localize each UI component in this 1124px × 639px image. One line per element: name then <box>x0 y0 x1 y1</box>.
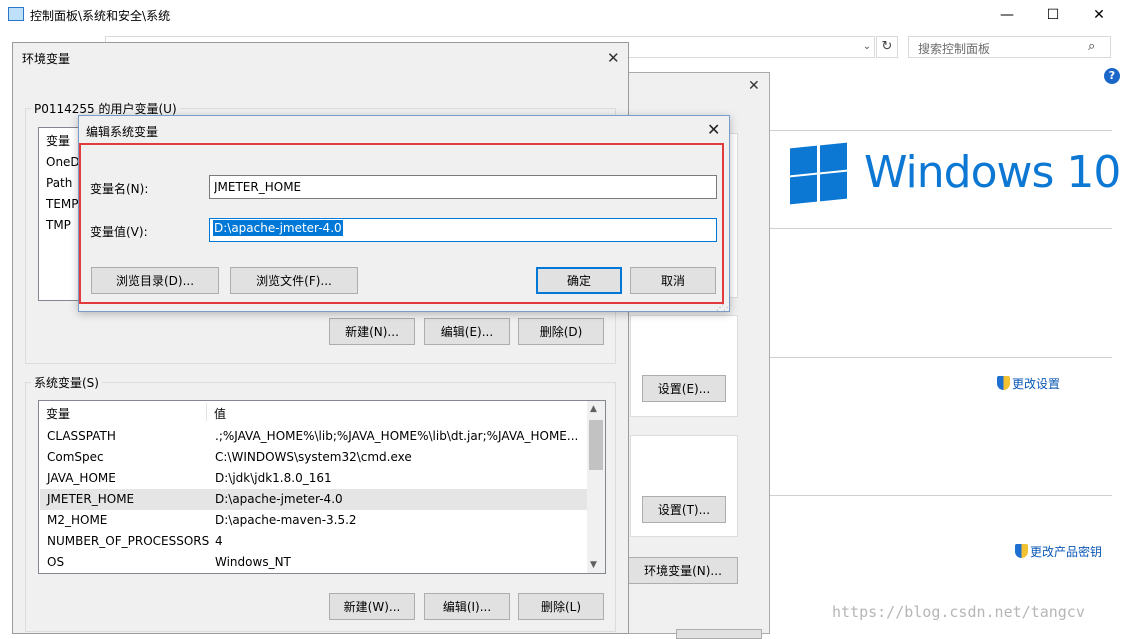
dialog-title: 环境变量 <box>22 52 71 66</box>
column-header-name[interactable]: 变量 <box>46 405 70 422</box>
variable-value-input[interactable]: D:\apache-jmeter-4.0 <box>209 218 717 242</box>
refresh-icon[interactable]: ↻ <box>876 36 898 58</box>
control-panel-icon <box>8 7 24 21</box>
system-new-button[interactable]: 新建(W)... <box>329 593 415 620</box>
windows-10-wordmark: Windows 10 <box>864 147 1121 198</box>
close-icon[interactable]: ✕ <box>748 78 760 94</box>
scroll-down-icon[interactable]: ▼ <box>590 560 597 570</box>
variable-name-label: 变量名(N): <box>90 182 149 196</box>
minimize-button[interactable]: — <box>984 0 1030 31</box>
table-row[interactable]: JAVA_HOME D:\jdk\jdk1.8.0_161 <box>40 468 588 489</box>
browse-directory-button[interactable]: 浏览目录(D)... <box>91 267 219 294</box>
ok-button[interactable]: 确定 <box>536 267 622 294</box>
table-row[interactable]: M2_HOME D:\apache-maven-3.5.2 <box>40 510 588 531</box>
divider <box>770 130 1112 131</box>
window-title: 控制面板\系统和安全\系统 <box>30 9 171 23</box>
user-edit-button[interactable]: 编辑(E)... <box>424 318 510 345</box>
table-row[interactable]: NUMBER_OF_PROCESSORS 4 <box>40 531 588 552</box>
column-divider[interactable] <box>206 403 207 421</box>
resize-grip-icon[interactable]: ⋰⋰ <box>716 303 731 312</box>
uac-shield-icon <box>1015 544 1028 558</box>
user-new-button[interactable]: 新建(N)... <box>329 318 415 345</box>
startup-settings-button[interactable]: 设置(T)... <box>642 496 726 523</box>
close-icon[interactable]: ✕ <box>607 49 620 67</box>
divider <box>770 495 1112 496</box>
performance-settings-button[interactable]: 设置(E)... <box>642 375 726 402</box>
environment-variables-button[interactable]: 环境变量(N)... <box>628 557 738 584</box>
cancel-button[interactable]: 取消 <box>630 267 716 294</box>
change-settings-link[interactable]: 更改设置 <box>997 375 1060 392</box>
divider <box>770 357 1112 358</box>
variable-value-label: 变量值(V): <box>90 225 148 239</box>
table-row[interactable]: ComSpec C:\WINDOWS\system32\cmd.exe <box>40 447 588 468</box>
list-item[interactable]: OneD <box>46 155 80 169</box>
windows-logo-icon <box>790 142 848 205</box>
user-delete-button[interactable]: 删除(D) <box>518 318 604 345</box>
system-edit-button[interactable]: 编辑(I)... <box>424 593 510 620</box>
scroll-up-icon[interactable]: ▲ <box>590 404 597 414</box>
search-placeholder: 搜索控制面板 <box>918 42 991 56</box>
close-icon[interactable]: ✕ <box>707 120 720 139</box>
uac-shield-icon <box>997 376 1010 390</box>
selected-text: D:\apache-jmeter-4.0 <box>213 220 343 236</box>
divider <box>770 228 1112 229</box>
list-item[interactable]: TMP <box>46 218 71 232</box>
column-header-value[interactable]: 值 <box>214 405 226 422</box>
system-variables-label: 系统变量(S) <box>31 374 102 391</box>
search-icon[interactable]: ⌕ <box>1088 39 1102 54</box>
system-variables-table[interactable]: 变量 值 CLASSPATH .;%JAVA_HOME%\lib;%JAVA_HO… <box>38 400 606 574</box>
list-item[interactable]: TEMP <box>46 197 79 211</box>
table-row[interactable]: CLASSPATH .;%JAVA_HOME%\lib;%JAVA_HOME%\l… <box>40 426 588 447</box>
system-delete-button[interactable]: 删除(L) <box>518 593 604 620</box>
dialog-button[interactable] <box>676 629 762 639</box>
close-button[interactable]: ✕ <box>1076 0 1122 31</box>
table-row-selected[interactable]: JMETER_HOME D:\apache-jmeter-4.0 <box>40 489 588 510</box>
column-header: 变量 <box>46 134 71 148</box>
scrollbar-thumb[interactable] <box>589 420 603 470</box>
variable-name-input[interactable] <box>209 175 717 199</box>
maximize-button[interactable]: ☐ <box>1030 0 1076 31</box>
change-product-key-link[interactable]: 更改产品密钥 <box>1015 543 1102 560</box>
help-icon[interactable]: ? <box>1104 68 1120 84</box>
watermark: https://blog.csdn.net/tangcv <box>832 603 1085 621</box>
list-item[interactable]: Path <box>46 176 72 190</box>
browse-file-button[interactable]: 浏览文件(F)... <box>230 267 358 294</box>
chevron-down-icon[interactable]: ⌄ <box>857 36 877 58</box>
dialog-title: 编辑系统变量 <box>86 125 159 139</box>
table-row[interactable]: OS Windows_NT <box>40 552 588 573</box>
